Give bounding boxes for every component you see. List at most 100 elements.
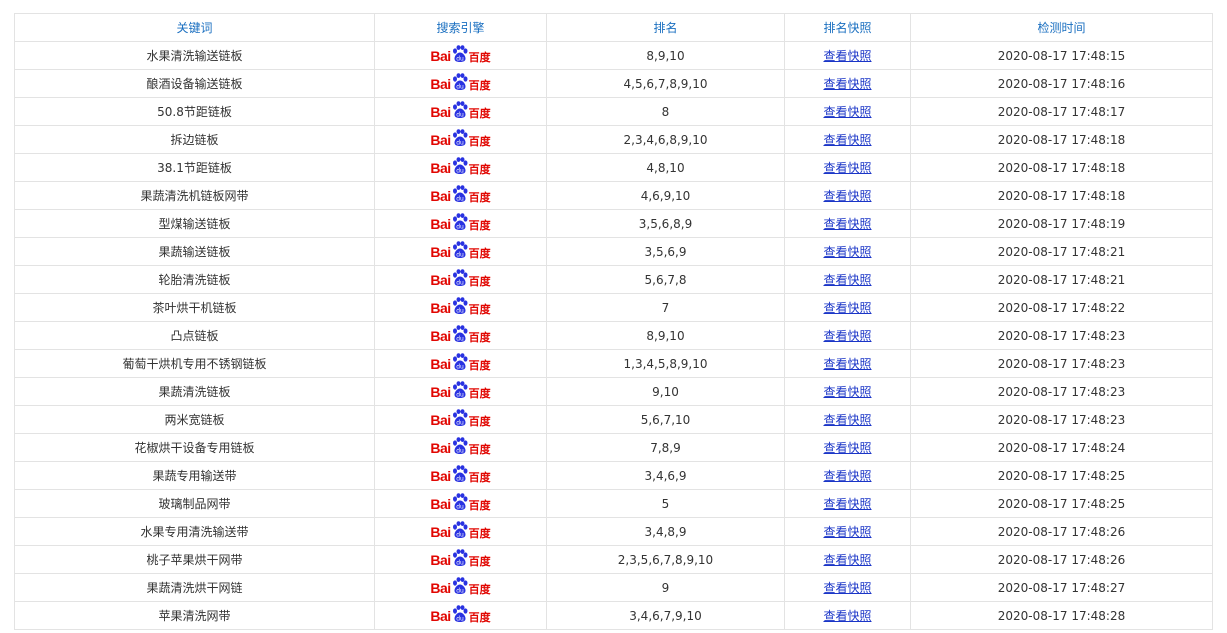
baidu-logo: Bai du 百度 xyxy=(430,353,491,374)
rank-cell: 3,4,8,9 xyxy=(546,517,785,546)
snapshot-cell: 查看快照 xyxy=(784,97,911,126)
keyword-cell: 苹果清洗网带 xyxy=(14,601,375,630)
snapshot-cell: 查看快照 xyxy=(784,293,911,322)
check-time-cell: 2020-08-17 17:48:15 xyxy=(910,41,1213,70)
keyword-cell: 果蔬清洗机链板网带 xyxy=(14,181,375,210)
view-snapshot-link[interactable]: 查看快照 xyxy=(823,161,871,175)
svg-text:du: du xyxy=(456,560,464,567)
view-snapshot-link[interactable]: 查看快照 xyxy=(823,273,871,287)
keyword-cell: 型煤输送链板 xyxy=(14,209,375,238)
table-row: 38.1节距链板 Bai du 百度 4,8,10 查看快照 2020-08-17 17:4… xyxy=(14,153,1213,182)
search-engine-cell: Bai du 百度 xyxy=(374,41,547,70)
table-row: 水果专用清洗输送带 Bai du 百度 3,4,8,9 查看快照 2020-08-17 17… xyxy=(14,517,1213,546)
rank-cell: 4,6,9,10 xyxy=(546,181,785,210)
table-row: 果蔬清洗机链板网带 Bai du 百度 4,6,9,10 查看快照 2020-08-17 1… xyxy=(14,181,1213,210)
view-snapshot-link[interactable]: 查看快照 xyxy=(823,469,871,483)
view-snapshot-link[interactable]: 查看快照 xyxy=(823,77,871,91)
svg-text:du: du xyxy=(456,280,464,287)
table-row: 玻璃制品网带 Bai du 百度 5 查看快照 2020-08-17 17:48:25 xyxy=(14,489,1213,518)
keyword-cell: 果蔬输送链板 xyxy=(14,237,375,266)
view-snapshot-link[interactable]: 查看快照 xyxy=(823,609,871,623)
view-snapshot-link[interactable]: 查看快照 xyxy=(823,301,871,315)
check-time-cell: 2020-08-17 17:48:21 xyxy=(910,237,1213,266)
view-snapshot-link[interactable]: 查看快照 xyxy=(823,133,871,147)
check-time-cell: 2020-08-17 17:48:23 xyxy=(910,405,1213,434)
check-time-cell: 2020-08-17 17:48:22 xyxy=(910,293,1213,322)
check-time-cell: 2020-08-17 17:48:24 xyxy=(910,433,1213,462)
keyword-cell: 轮胎清洗链板 xyxy=(14,265,375,294)
view-snapshot-link[interactable]: 查看快照 xyxy=(823,49,871,63)
baidu-paw-icon: du xyxy=(451,521,469,542)
svg-text:du: du xyxy=(456,168,464,175)
view-snapshot-link[interactable]: 查看快照 xyxy=(823,497,871,511)
baidu-paw-icon: du xyxy=(451,269,469,290)
search-engine-cell: Bai du 百度 xyxy=(374,573,547,602)
rank-cell: 4,8,10 xyxy=(546,153,785,182)
view-snapshot-link[interactable]: 查看快照 xyxy=(823,245,871,259)
check-time-cell: 2020-08-17 17:48:26 xyxy=(910,545,1213,574)
table-row: 两米宽链板 Bai du 百度 5,6,7,10 查看快照 2020-08-17 17:48… xyxy=(14,405,1213,434)
baidu-logo: Bai du 百度 xyxy=(430,465,491,486)
baidu-paw-icon: du xyxy=(451,409,469,430)
view-snapshot-link[interactable]: 查看快照 xyxy=(823,105,871,119)
search-engine-cell: Bai du 百度 xyxy=(374,97,547,126)
baidu-paw-icon: du xyxy=(451,493,469,514)
view-snapshot-link[interactable]: 查看快照 xyxy=(823,189,871,203)
rank-cell: 7,8,9 xyxy=(546,433,785,462)
search-engine-cell: Bai du 百度 xyxy=(374,433,547,462)
ranking-table: 关键词 搜索引擎 排名 排名快照 检测时间 水果清洗输送链板 Bai du 百度 8,9… xyxy=(14,13,1213,630)
check-time-cell: 2020-08-17 17:48:18 xyxy=(910,125,1213,154)
search-engine-cell: Bai du 百度 xyxy=(374,69,547,98)
snapshot-cell: 查看快照 xyxy=(784,69,911,98)
snapshot-cell: 查看快照 xyxy=(784,545,911,574)
view-snapshot-link[interactable]: 查看快照 xyxy=(823,525,871,539)
view-snapshot-link[interactable]: 查看快照 xyxy=(823,329,871,343)
view-snapshot-link[interactable]: 查看快照 xyxy=(823,357,871,371)
view-snapshot-link[interactable]: 查看快照 xyxy=(823,217,871,231)
view-snapshot-link[interactable]: 查看快照 xyxy=(823,441,871,455)
search-engine-cell: Bai du 百度 xyxy=(374,461,547,490)
table-row: 酿酒设备输送链板 Bai du 百度 4,5,6,7,8,9,10 查看快照 2020-08… xyxy=(14,69,1213,98)
table-row: 苹果清洗网带 Bai du 百度 3,4,6,7,9,10 查看快照 2020-08-17 … xyxy=(14,601,1213,630)
keyword-cell: 凸点链板 xyxy=(14,321,375,350)
snapshot-cell: 查看快照 xyxy=(784,377,911,406)
svg-text:du: du xyxy=(456,252,464,259)
baidu-paw-icon: du xyxy=(451,297,469,318)
view-snapshot-link[interactable]: 查看快照 xyxy=(823,581,871,595)
snapshot-cell: 查看快照 xyxy=(784,209,911,238)
baidu-logo: Bai du 百度 xyxy=(430,101,491,122)
check-time-cell: 2020-08-17 17:48:21 xyxy=(910,265,1213,294)
view-snapshot-link[interactable]: 查看快照 xyxy=(823,385,871,399)
header-rank: 排名 xyxy=(546,13,785,42)
baidu-logo: Bai du 百度 xyxy=(430,325,491,346)
search-engine-cell: Bai du 百度 xyxy=(374,405,547,434)
snapshot-cell: 查看快照 xyxy=(784,125,911,154)
header-check-time: 检测时间 xyxy=(910,13,1213,42)
snapshot-cell: 查看快照 xyxy=(784,321,911,350)
keyword-cell: 酿酒设备输送链板 xyxy=(14,69,375,98)
keyword-cell: 花椒烘干设备专用链板 xyxy=(14,433,375,462)
search-engine-cell: Bai du 百度 xyxy=(374,545,547,574)
svg-text:du: du xyxy=(456,336,464,343)
snapshot-cell: 查看快照 xyxy=(784,573,911,602)
check-time-cell: 2020-08-17 17:48:23 xyxy=(910,377,1213,406)
ranking-table-container: 关键词 搜索引擎 排名 排名快照 检测时间 水果清洗输送链板 Bai du 百度 8,9… xyxy=(14,13,1213,630)
rank-cell: 1,3,4,5,8,9,10 xyxy=(546,349,785,378)
search-engine-cell: Bai du 百度 xyxy=(374,377,547,406)
table-row: 果蔬清洗链板 Bai du 百度 9,10 查看快照 2020-08-17 17:48:23 xyxy=(14,377,1213,406)
header-search-engine: 搜索引擎 xyxy=(374,13,547,42)
keyword-cell: 两米宽链板 xyxy=(14,405,375,434)
keyword-cell: 水果清洗输送链板 xyxy=(14,41,375,70)
search-engine-cell: Bai du 百度 xyxy=(374,237,547,266)
view-snapshot-link[interactable]: 查看快照 xyxy=(823,413,871,427)
baidu-logo: Bai du 百度 xyxy=(430,409,491,430)
table-row: 水果清洗输送链板 Bai du 百度 8,9,10 查看快照 2020-08-17 17:4… xyxy=(14,41,1213,70)
keyword-cell: 茶叶烘干机链板 xyxy=(14,293,375,322)
baidu-logo: Bai du 百度 xyxy=(430,521,491,542)
baidu-logo: Bai du 百度 xyxy=(430,157,491,178)
svg-text:du: du xyxy=(456,56,464,63)
baidu-logo: Bai du 百度 xyxy=(430,297,491,318)
table-row: 果蔬清洗烘干网链 Bai du 百度 9 查看快照 2020-08-17 17:48:27 xyxy=(14,573,1213,602)
check-time-cell: 2020-08-17 17:48:18 xyxy=(910,181,1213,210)
view-snapshot-link[interactable]: 查看快照 xyxy=(823,553,871,567)
